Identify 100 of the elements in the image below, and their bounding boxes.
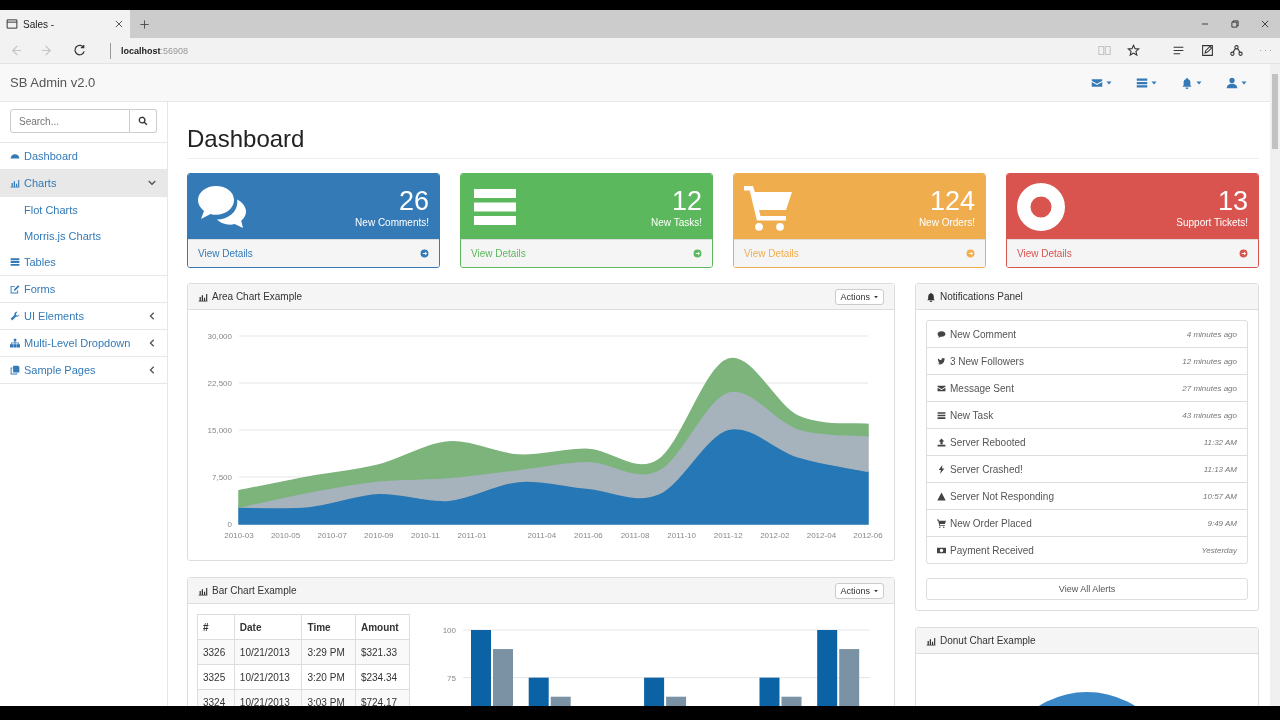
scrollbar[interactable] bbox=[1270, 64, 1280, 706]
address-field[interactable]: localhost:56908 bbox=[121, 45, 189, 56]
page-title: Dashboard bbox=[187, 124, 1259, 159]
notification-item[interactable]: Payment Received Yesterday bbox=[927, 537, 1247, 563]
panel-title: Donut Chart Example bbox=[940, 635, 1036, 646]
sidebar-item[interactable]: Multi-Level Dropdown bbox=[0, 330, 167, 357]
stat-label: Support Tickets! bbox=[1176, 217, 1248, 228]
axis-label: 2010-05 bbox=[270, 531, 301, 540]
notification-text: New Comment bbox=[950, 328, 1017, 340]
notification-item[interactable]: Server Rebooted 11:32 AM bbox=[927, 429, 1247, 456]
bolt-icon bbox=[937, 464, 946, 474]
column-header: Time bbox=[301, 614, 356, 640]
sitemap-icon bbox=[10, 338, 20, 348]
search-field[interactable]: Search... bbox=[10, 109, 130, 133]
axis-label: 2011-12 bbox=[713, 531, 743, 540]
axis-label: 2010-11 bbox=[411, 531, 440, 540]
search-button[interactable] bbox=[130, 109, 157, 133]
brand-title[interactable]: SB Admin v2.0 bbox=[10, 75, 96, 90]
sidebar-subitem[interactable]: Flot Charts bbox=[0, 197, 167, 223]
notification-text: 3 New Followers bbox=[950, 355, 1024, 367]
sidebar-item[interactable]: Charts bbox=[0, 170, 167, 197]
banknote-icon bbox=[937, 545, 946, 555]
notification-time: 12 minutes ago bbox=[1182, 356, 1237, 366]
table-cell: 10/21/2013 bbox=[234, 664, 302, 690]
new-tab-icon[interactable] bbox=[139, 18, 150, 30]
chevron-left-icon[interactable] bbox=[147, 338, 157, 348]
sidebar-item[interactable]: Forms bbox=[0, 276, 167, 303]
refresh-icon[interactable] bbox=[72, 43, 87, 58]
caret-icon bbox=[873, 587, 879, 594]
actions-button[interactable]: Actions bbox=[835, 288, 884, 305]
note-icon[interactable] bbox=[1201, 44, 1214, 57]
bird-icon bbox=[937, 356, 946, 366]
sidebar-item[interactable]: Tables bbox=[0, 249, 167, 276]
chevron-left-icon[interactable] bbox=[147, 311, 157, 321]
notification-item[interactable]: Server Crashed! 11:13 AM bbox=[927, 456, 1247, 483]
notification-item[interactable]: Message Sent 27 minutes ago bbox=[927, 375, 1247, 402]
notification-item[interactable]: New Comment 4 minutes ago bbox=[927, 321, 1247, 348]
list-icon bbox=[10, 257, 20, 267]
tab-title: Sales - bbox=[23, 18, 55, 30]
axis-label: 2011-10 bbox=[667, 531, 696, 540]
panel-title: Bar Chart Example bbox=[212, 585, 297, 596]
stat-label: New Tasks! bbox=[651, 217, 702, 228]
axis-label: 15,000 bbox=[207, 426, 232, 435]
notification-text: New Order Placed bbox=[950, 517, 1032, 529]
bar-chart-icon bbox=[10, 178, 20, 188]
notification-time: Yesterday bbox=[1201, 545, 1237, 555]
sidebar-subitem[interactable]: Morris.js Charts bbox=[0, 223, 167, 249]
user-icon[interactable] bbox=[1226, 76, 1238, 89]
envelope-icon[interactable] bbox=[1091, 76, 1103, 89]
notification-text: Payment Received bbox=[950, 544, 1034, 556]
chevron-left-icon[interactable] bbox=[147, 365, 157, 375]
bell-icon bbox=[926, 291, 936, 302]
axis-label: 75 bbox=[447, 673, 456, 683]
stat-count: 124 bbox=[929, 185, 975, 217]
notification-text: Message Sent bbox=[950, 382, 1014, 394]
notification-item[interactable]: New Order Placed 9:49 AM bbox=[927, 510, 1247, 537]
close-icon[interactable] bbox=[1260, 19, 1270, 29]
table-cell: 3:20 PM bbox=[301, 664, 356, 690]
bell-icon[interactable] bbox=[1181, 76, 1193, 89]
shopping-cart-icon bbox=[937, 518, 946, 528]
column-header: Date bbox=[234, 614, 302, 640]
chevron-down-icon[interactable] bbox=[147, 178, 157, 188]
notification-time: 10:57 AM bbox=[1203, 491, 1237, 501]
view-all-button[interactable]: View All Alerts bbox=[926, 578, 1248, 600]
actions-button[interactable]: Actions bbox=[835, 582, 884, 599]
close-tab-icon[interactable] bbox=[114, 19, 124, 29]
panel-title: Notifications Panel bbox=[940, 291, 1023, 302]
axis-label: 2011-04 bbox=[527, 531, 557, 540]
axis-label: 2011-08 bbox=[620, 531, 650, 540]
files-icon bbox=[10, 365, 20, 375]
notification-item[interactable]: New Task 43 minutes ago bbox=[927, 402, 1247, 429]
column-header: Amount bbox=[355, 614, 410, 640]
notification-time: 9:49 AM bbox=[1207, 518, 1237, 528]
notification-item[interactable]: Server Not Responding 10:57 AM bbox=[927, 483, 1247, 510]
view-details-link[interactable]: View Details bbox=[198, 248, 429, 259]
axis-label: 7,500 bbox=[211, 473, 232, 482]
table-cell: 3325 bbox=[197, 664, 235, 690]
axis-label: 2011-06 bbox=[574, 531, 603, 540]
restore-icon[interactable] bbox=[1230, 19, 1240, 29]
page-icon bbox=[6, 18, 18, 30]
bar-chart-icon bbox=[926, 635, 936, 646]
notification-text: Server Crashed! bbox=[950, 463, 1023, 475]
bar-chart-icon bbox=[198, 291, 208, 302]
axis-label: 2012-04 bbox=[806, 531, 837, 540]
sidebar-item[interactable]: UI Elements bbox=[0, 303, 167, 330]
star-icon[interactable] bbox=[1127, 44, 1140, 57]
stat-label: New Comments! bbox=[355, 217, 429, 228]
browser-tab[interactable]: Sales - bbox=[0, 10, 130, 38]
notification-item[interactable]: 3 New Followers 12 minutes ago bbox=[927, 348, 1247, 375]
scrollbar-thumb[interactable] bbox=[1272, 74, 1278, 149]
column-header: # bbox=[197, 614, 235, 640]
axis-label: 2010-07 bbox=[317, 531, 347, 540]
axis-label: 0 bbox=[227, 520, 232, 529]
axis-label: 2011-01 bbox=[457, 531, 487, 540]
share-icon[interactable] bbox=[1230, 44, 1243, 57]
axis-label: 2012-02 bbox=[760, 531, 790, 540]
tasks-icon[interactable] bbox=[1136, 76, 1148, 89]
axis-label: 100 bbox=[442, 626, 456, 635]
sidebar-item[interactable]: Sample Pages bbox=[0, 357, 167, 384]
view-details-link[interactable]: View Details bbox=[1017, 248, 1248, 259]
